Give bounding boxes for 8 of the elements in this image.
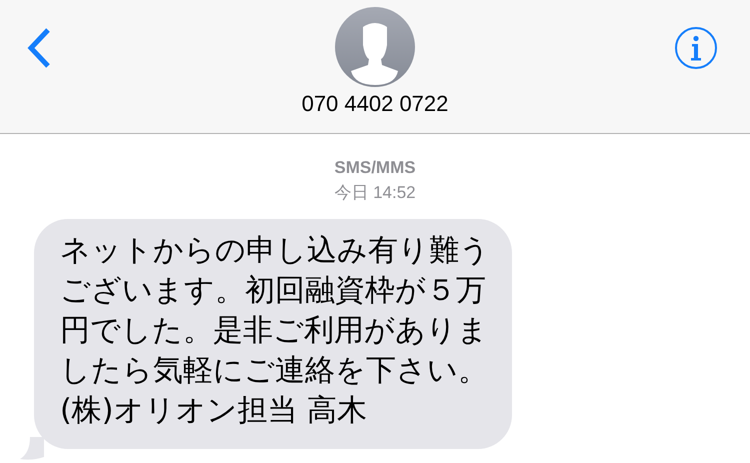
back-icon[interactable] bbox=[26, 27, 52, 69]
message-time: 今日 14:52 bbox=[334, 182, 416, 204]
info-icon[interactable] bbox=[674, 26, 718, 70]
contact-name: 070 4402 0722 bbox=[302, 91, 448, 117]
avatar-icon[interactable] bbox=[334, 7, 415, 87]
message-bubble: ネットからの申し込み有り難うございます。初回融資枠が５万円でした。是非ご利用がありましたら気軽にご連絡を下さい。(株)オリオン担当 高木 bbox=[34, 219, 512, 449]
service-label: SMS/MMS bbox=[334, 157, 416, 179]
bubble-tail bbox=[20, 437, 44, 461]
